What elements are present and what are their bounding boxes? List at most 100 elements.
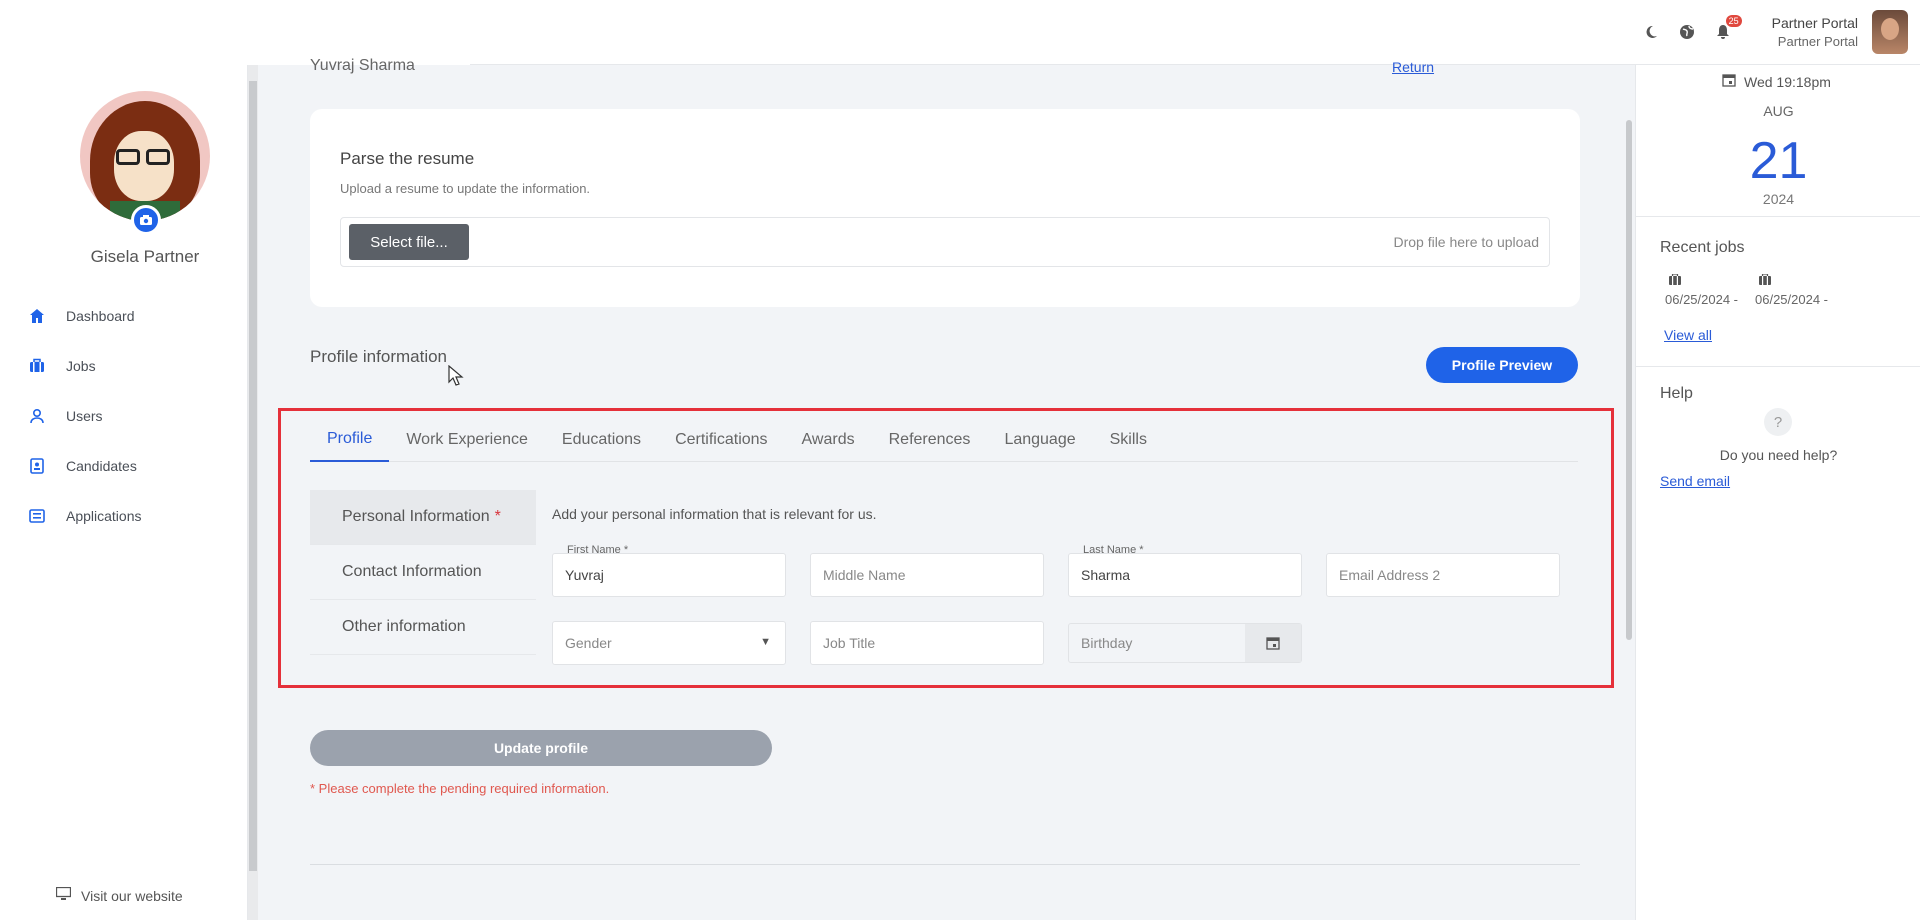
user-icon [28, 407, 46, 425]
job-title-placeholder: Job Title [823, 635, 876, 651]
visit-website-link[interactable]: Visit our website [55, 886, 183, 904]
subnav-other-info[interactable]: Other information [310, 600, 536, 655]
current-datetime: Wed 19:18pm [1722, 73, 1831, 90]
first-name-value: Yuvraj [565, 567, 604, 583]
subnav-contact-info[interactable]: Contact Information [310, 545, 536, 600]
middle-name-placeholder: Middle Name [823, 567, 906, 583]
portal-info[interactable]: Partner Portal Partner Portal [1772, 15, 1858, 49]
subnav-label: Contact Information [342, 563, 482, 580]
tab-work-experience[interactable]: Work Experience [389, 417, 545, 462]
main-content: Yuvraj Sharma Return Parse the resume Up… [258, 57, 1630, 920]
select-file-button[interactable]: Select file... [349, 224, 469, 260]
top-bar-actions: 25 Partner Portal Partner Portal [1640, 10, 1908, 54]
last-name-field[interactable]: Last Name * Sharma [1068, 544, 1302, 597]
top-bar-left [0, 0, 470, 65]
sidebar-user-name: Gisela Partner [90, 247, 200, 266]
monitor-icon [55, 886, 72, 904]
recent-job-item[interactable]: 06/25/2024 - [1755, 273, 1828, 307]
send-email-link[interactable]: Send email [1660, 473, 1730, 489]
right-panel: Wed 19:18pm AUG 21 2024 Recent jobs 06/2… [1635, 65, 1920, 920]
home-icon [28, 307, 46, 325]
moon-icon[interactable] [1640, 21, 1662, 43]
tab-language[interactable]: Language [987, 417, 1092, 462]
last-name-label: Last Name * [1083, 544, 1144, 556]
sidebar-item-label: Dashboard [66, 308, 135, 324]
candidate-name: Yuvraj Sharma [310, 57, 415, 74]
main-scrollbar[interactable] [1626, 120, 1632, 640]
tab-certifications[interactable]: Certifications [658, 417, 784, 462]
tab-references[interactable]: References [872, 417, 988, 462]
birthday-field[interactable]: Birthday [1068, 623, 1302, 663]
profile-avatar [80, 91, 210, 221]
form-hint: Add your personal information that is re… [552, 506, 877, 522]
calendar-year: 2024 [1762, 191, 1795, 207]
last-name-value: Sharma [1081, 567, 1131, 583]
parse-subtitle: Upload a resume to update the informatio… [340, 181, 591, 196]
question-icon: ? [1764, 408, 1792, 436]
first-name-label: First Name * [567, 544, 629, 556]
right-divider [1636, 216, 1920, 217]
recent-job-date: 06/25/2024 - [1665, 292, 1739, 307]
bell-icon[interactable]: 25 [1712, 15, 1742, 43]
caret-down-icon: ▼ [760, 636, 771, 648]
drop-hint: Drop file here to upload [1393, 234, 1539, 250]
gender-select[interactable]: Gender ▼ [552, 621, 786, 665]
calendar-month: AUG [1763, 103, 1794, 119]
visit-website-label: Visit our website [81, 887, 183, 904]
subnav-label: Other information [342, 618, 466, 635]
briefcase-icon [1669, 273, 1738, 288]
globe-icon[interactable] [1676, 21, 1698, 43]
section-divider [310, 864, 1580, 865]
recent-job-date: 06/25/2024 - [1755, 292, 1829, 307]
sidebar-item-label: Candidates [66, 458, 137, 474]
help-title: Help [1660, 385, 1693, 402]
profile-subnav: Personal Information * Contact Informati… [310, 490, 536, 655]
tab-educations[interactable]: Educations [545, 417, 658, 462]
middle-name-field[interactable]: Middle Name [810, 553, 1044, 597]
sidebar-item-jobs[interactable]: Jobs [0, 341, 248, 391]
email-address-2-placeholder: Email Address 2 [1339, 567, 1441, 583]
user-avatar[interactable] [1872, 10, 1908, 54]
portal-subtitle: Partner Portal [1777, 34, 1858, 49]
first-name-field[interactable]: First Name * Yuvraj [552, 544, 786, 597]
portal-title: Partner Portal [1771, 15, 1858, 31]
briefcase-icon [28, 357, 46, 375]
email-address-2-field[interactable]: Email Address 2 [1326, 553, 1560, 597]
calendar-icon[interactable] [1245, 624, 1301, 662]
sidebar-item-users[interactable]: Users [0, 391, 248, 441]
sidebar-item-applications[interactable]: Applications [0, 491, 248, 541]
sidebar-item-label: Jobs [66, 358, 96, 374]
sidebar-item-label: Users [66, 408, 103, 424]
list-icon [28, 507, 46, 525]
tab-skills[interactable]: Skills [1093, 417, 1164, 462]
profile-info-heading: Profile information [310, 347, 448, 366]
calendar-day: 21 [1749, 132, 1808, 190]
briefcase-icon [1759, 273, 1828, 288]
profile-preview-button[interactable]: Profile Preview [1426, 347, 1578, 383]
sidebar-item-dashboard[interactable]: Dashboard [0, 291, 248, 341]
right-divider [1636, 366, 1920, 367]
recent-jobs-title: Recent jobs [1660, 239, 1745, 256]
left-sidebar: Gisela Partner Dashboard Jobs Users Cand… [0, 65, 248, 920]
calendar-small-icon [1722, 73, 1736, 90]
subnav-label: Personal Information [342, 508, 490, 525]
tab-awards[interactable]: Awards [785, 417, 872, 462]
update-profile-button[interactable]: Update profile [310, 730, 772, 766]
datetime-text: Wed 19:18pm [1744, 73, 1831, 90]
pending-required-note: * Please complete the pending required i… [310, 781, 610, 796]
recent-job-item[interactable]: 06/25/2024 - [1665, 273, 1738, 307]
tab-profile[interactable]: Profile [310, 417, 390, 462]
birthday-placeholder: Birthday [1081, 635, 1133, 651]
profile-avatar-wrap [80, 91, 210, 235]
return-link[interactable]: Return [1392, 59, 1434, 75]
sidebar-item-candidates[interactable]: Candidates [0, 441, 248, 491]
job-title-field[interactable]: Job Title [810, 621, 1044, 665]
file-dropzone[interactable]: Select file... Drop file here to upload [340, 217, 1550, 267]
mouse-cursor-icon [448, 364, 464, 392]
view-all-link[interactable]: View all [1664, 327, 1712, 343]
camera-icon[interactable] [131, 205, 161, 235]
id-card-icon [28, 457, 46, 475]
subnav-personal-info[interactable]: Personal Information * [310, 490, 536, 545]
sidebar-item-label: Applications [66, 508, 142, 524]
sidebar-scrollbar[interactable] [248, 65, 258, 920]
